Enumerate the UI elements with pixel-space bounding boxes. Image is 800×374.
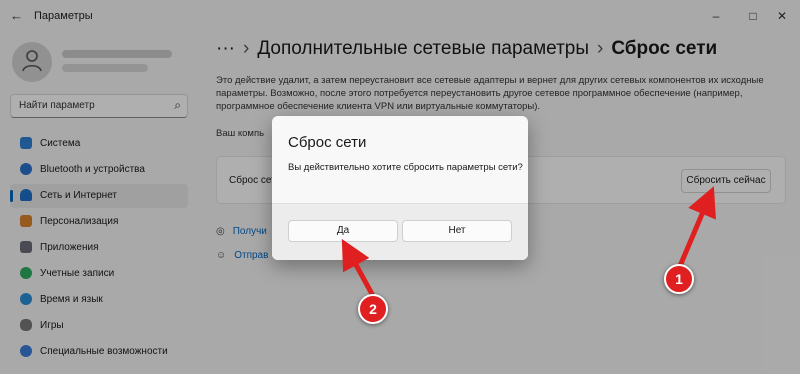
arrow-1-icon: [677, 186, 716, 269]
arrow-2-icon: [341, 238, 375, 297]
annotation-arrows: [341, 186, 716, 297]
settings-window: ← Параметры – □ ✕ Найти параметр ⌕ Систе…: [0, 0, 800, 374]
annotation-badge-2: 2: [358, 294, 388, 324]
annotation-badge-1: 1: [664, 264, 694, 294]
